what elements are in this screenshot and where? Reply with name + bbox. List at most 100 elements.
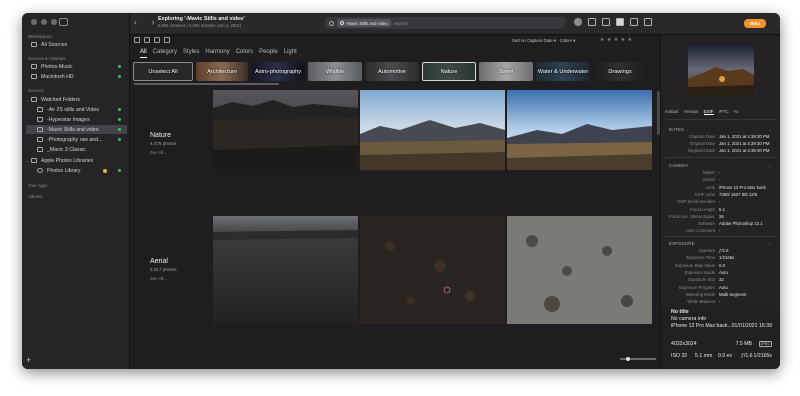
window-controls[interactable] — [31, 19, 57, 25]
import-icon[interactable] — [134, 37, 140, 43]
tab-instant[interactable]: Instant — [665, 109, 679, 115]
horizontal-scrollbar[interactable] — [134, 83, 279, 85]
map-view-icon[interactable] — [644, 18, 652, 26]
tab-light[interactable]: Light — [284, 49, 297, 58]
tab-colors[interactable]: Colors — [236, 49, 253, 58]
sidebar: Workspaces All Sources Sources & Volumes… — [22, 13, 130, 369]
status-dot — [118, 138, 121, 141]
list-view-icon[interactable] — [602, 18, 610, 26]
exif-key: Software — [698, 221, 715, 227]
capture-datetime: 01/01/2021 16:39 — [731, 323, 772, 329]
grid-view-icon[interactable] — [616, 18, 624, 26]
search-token[interactable]: -Mavic Stills and video — [337, 19, 391, 27]
sidebar-item-watched-folders[interactable]: ⌄ Watched Folders — [26, 95, 127, 104]
category-chip[interactable]: Wildlife — [308, 62, 362, 81]
sort-bar: Sort on Capture Date ▾ Colors ▾ ★ ★ ★ ★ … — [130, 35, 672, 46]
app-window: Workspaces All Sources Sources & Volumes… — [22, 13, 780, 369]
sidebar-folder[interactable]: -Hyperstar Images — [32, 115, 127, 124]
color-circle-icon[interactable] — [574, 18, 582, 26]
exif-key: Original Date — [689, 141, 715, 146]
photo-thumbnail[interactable] — [213, 90, 358, 170]
minimize-dot[interactable] — [41, 19, 47, 25]
nav-arrows[interactable]: ‹ › — [134, 17, 161, 27]
exif-value: Jan 1, 2021 at 4:39:30 PM — [719, 134, 770, 139]
tab-exif[interactable]: EXIF — [703, 109, 714, 115]
export-icon[interactable] — [144, 37, 150, 43]
see-all-link[interactable]: See All... — [150, 276, 167, 281]
exif-value: Multi Segment — [719, 291, 747, 297]
photo-thumbnail[interactable] — [507, 216, 652, 324]
group-title[interactable]: Aerial — [150, 258, 168, 265]
tab-people[interactable]: People — [259, 49, 278, 58]
tab-iptc[interactable]: IPTC — [719, 109, 729, 115]
filter-icon[interactable] — [588, 18, 596, 26]
close-dot[interactable] — [31, 19, 37, 25]
search-placeholder[interactable]: Search — [394, 21, 408, 26]
tab-version[interactable]: Version — [684, 109, 699, 115]
folder-icon — [37, 127, 43, 132]
exif-value: Jan 1, 2021 at 4:39:30 PM — [719, 141, 770, 146]
category-chip[interactable]: Street — [479, 62, 533, 81]
add-source-button[interactable]: + — [26, 355, 31, 365]
sidebar-folder[interactable]: _Mavic 3 Classic — [32, 145, 127, 154]
see-all-link[interactable]: See All... — [150, 150, 167, 155]
single-view-icon[interactable] — [630, 18, 638, 26]
category-chip[interactable]: Automotive — [365, 62, 419, 81]
sidebar-item-all-sources[interactable]: All Sources — [26, 40, 127, 49]
exif-value: Adobe Photoshop 22.1 — [719, 221, 763, 227]
exif-key: Maker — [703, 170, 715, 175]
category-chip[interactable]: Drawings — [593, 62, 647, 81]
sidebar-folder[interactable]: -Air 2S stills and Video — [32, 105, 127, 114]
sidebar-item-volume[interactable]: Macintosh HD — [26, 72, 127, 81]
rating-filter[interactable]: ★ ★ ★ ★ ★ — [600, 37, 632, 43]
sidebar-item-volume[interactable]: Photos-Music — [26, 62, 127, 71]
sidebar-toggle-icon[interactable] — [59, 18, 68, 26]
tag-icon[interactable] — [154, 37, 160, 43]
category-chip[interactable]: Nature — [422, 62, 476, 81]
camera-info: No camera info — [671, 316, 707, 322]
search-field[interactable]: -Mavic Stills and video Search — [325, 17, 565, 29]
sidebar-item-photos-library[interactable]: Photos Library — [32, 166, 127, 175]
tab-ai[interactable]: AI — [734, 109, 738, 115]
exif-key: Lens — [705, 184, 715, 190]
category-chip[interactable]: Unselect All — [133, 62, 193, 81]
tab-category[interactable]: Category — [153, 49, 177, 58]
exif-key: Exposure ISO — [688, 277, 715, 283]
tab-harmony[interactable]: Harmony — [205, 49, 229, 58]
beta-badge[interactable]: Beta — [744, 19, 766, 28]
chevron-down-icon[interactable]: ⌄ — [769, 163, 772, 168]
zoom-slider-knob[interactable] — [626, 357, 630, 361]
exif-row: DNP Serial Number - — [665, 199, 777, 206]
tab-styles[interactable]: Styles — [183, 49, 199, 58]
group-title[interactable]: Nature — [150, 132, 171, 139]
photos-library-icon — [37, 168, 43, 173]
category-tabs: All Category Styles Harmony Colors Peopl… — [140, 49, 297, 58]
tab-all[interactable]: All — [140, 49, 147, 58]
sort-dropdown[interactable]: Sort on Capture Date ▾ Colors ▾ — [512, 38, 575, 44]
zoom-dot[interactable] — [51, 19, 57, 25]
exif-row: Software Adobe Photoshop 22.1 — [665, 221, 777, 228]
exif-row: Capture Date Jan 1, 2021 at 4:39:30 PM — [665, 134, 777, 141]
exif-value: - — [719, 199, 721, 205]
exif-row: Focal Len. 35mm Equiv. 26 — [665, 214, 777, 221]
chevron-down-icon[interactable]: ⌄ — [769, 127, 772, 132]
sidebar-item-photos-libraries[interactable]: ⌄ Apple Photos Libraries — [26, 156, 127, 165]
section-workspaces: Workspaces — [28, 34, 52, 39]
category-chip[interactable]: Water & Underwater — [536, 62, 590, 81]
category-chip[interactable]: Astro-photography — [251, 62, 305, 81]
exif-value: 5.1 — [719, 206, 725, 212]
window-title: Exploring '-Mavic Stills and video' — [158, 16, 245, 22]
chevron-down-icon[interactable]: ⌄ — [769, 241, 772, 246]
status-dot — [118, 108, 121, 111]
edit-icon[interactable] — [164, 37, 170, 43]
sidebar-folder-selected[interactable]: -Mavic Stills and video — [26, 125, 127, 134]
photo-thumbnail[interactable] — [360, 216, 505, 324]
photo-thumbnail[interactable] — [507, 90, 652, 170]
photo-thumbnail[interactable] — [213, 216, 358, 324]
photo-thumbnail[interactable] — [360, 90, 505, 170]
inspector-tabs: Instant Version EXIF IPTC AI — [665, 109, 777, 115]
sidebar-folder[interactable]: -Photography raw and... — [32, 135, 127, 144]
category-chip[interactable]: Architecture — [196, 62, 248, 81]
section-sources-2: Sources — [28, 88, 44, 93]
category-chips: Unselect All Architecture Astro-photograph… — [133, 62, 663, 81]
